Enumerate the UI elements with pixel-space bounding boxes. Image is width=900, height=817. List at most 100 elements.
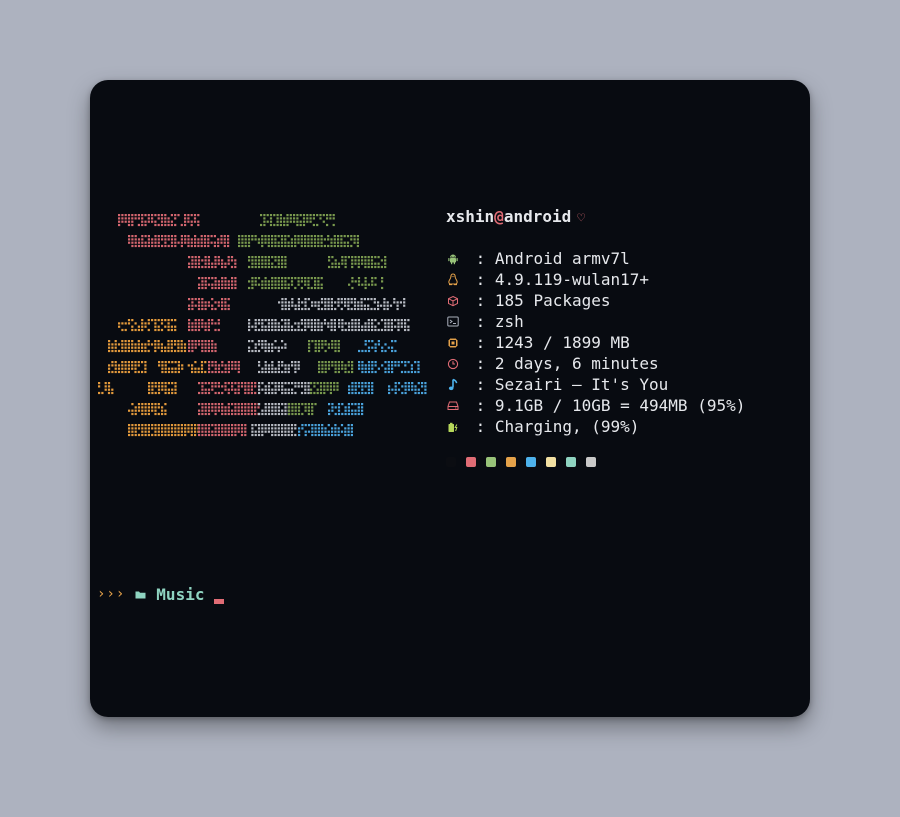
art-dot [367,283,370,286]
art-dot [207,259,210,262]
art-dot [157,244,160,248]
art-dot [294,322,297,325]
art-dot [211,385,214,388]
art-dot [353,301,357,304]
art-dot [351,388,354,391]
art-dot [134,214,137,217]
art-dot [201,322,204,325]
palette-swatch-orange [506,457,516,467]
art-dot [217,433,220,437]
art-dot [144,433,147,437]
art-dot [327,367,331,370]
art-dot [167,391,170,395]
art-dot [151,406,154,409]
art-dot [386,307,389,311]
art-dot [167,424,170,427]
art-dot [167,427,170,430]
art-dot [364,277,367,280]
art-dot [248,328,251,332]
art-dot [404,325,407,328]
art-dot [296,223,299,227]
art-dot [251,433,254,437]
art-dot [184,217,187,220]
art-dot [221,409,224,412]
art-dot [277,235,280,238]
art-dot [354,382,357,385]
art-dot [298,427,301,430]
art-dot [373,301,376,304]
art-dot [287,322,290,325]
art-dot [221,277,224,280]
art-dot [134,349,137,353]
art-dot [201,382,204,385]
art-dot [154,244,157,248]
art-dot [204,406,207,409]
art-dot [217,391,220,395]
art-dot [288,406,291,409]
art-dot [234,406,237,409]
art-dot [357,280,361,283]
art-dot [137,340,140,343]
art-dot [321,427,324,430]
art-dot [314,277,317,280]
art-dot [316,388,319,391]
art-dot [370,256,374,259]
art-dot [317,343,321,346]
art-dot [147,424,150,427]
art-dot [167,370,171,374]
art-dot [267,322,270,325]
art-dot [247,412,250,416]
art-dot [284,367,287,370]
art-dot [248,265,251,269]
art-dot [341,262,344,265]
art-dot [266,214,269,217]
art-dot [354,328,357,332]
art-dot [180,424,183,427]
art-dot [407,388,410,391]
art-dot [367,325,370,328]
art-dot [207,301,210,304]
art-dot [261,340,264,343]
art-dot [267,265,270,269]
art-dot [197,214,200,217]
art-dot [184,430,187,433]
art-dot [284,277,287,280]
art-dot [387,346,390,349]
art-dot [157,424,160,427]
shell-prompt[interactable]: ››› Music [97,583,225,605]
art-dot [187,430,190,433]
art-dot [337,433,340,437]
art-dot [314,427,317,430]
art-dot [271,256,274,259]
art-dot [317,319,320,322]
art-dot [360,307,363,311]
art-dot [344,322,347,325]
art-dot [410,364,413,367]
art-dot [147,319,150,322]
art-dot [367,370,371,374]
art-dot [344,364,347,367]
art-dot [261,346,264,349]
art-dot [164,367,167,370]
art-dot [170,340,173,343]
art-dot [360,304,363,307]
art-dot [137,244,141,248]
art-dot [337,361,340,364]
art-dot [317,277,320,280]
art-dot [291,382,294,385]
art-dot [267,280,270,283]
art-dot [297,409,301,412]
terminal-window[interactable]: xshin@android ♡ : Android armv7l : 4.9.11… [90,80,810,717]
art-dot [187,244,190,248]
art-dot [111,343,114,346]
art-dot [231,430,234,433]
info-disk: : 9.1GB / 10GB = 494MB (95%) [446,395,745,416]
art-dot [157,235,160,238]
art-dot [118,322,121,325]
art-dot [307,283,310,286]
art-dot [231,382,234,385]
art-dot [194,304,197,307]
art-dot [367,385,370,388]
art-dot [147,322,150,325]
art-dot [278,301,281,304]
